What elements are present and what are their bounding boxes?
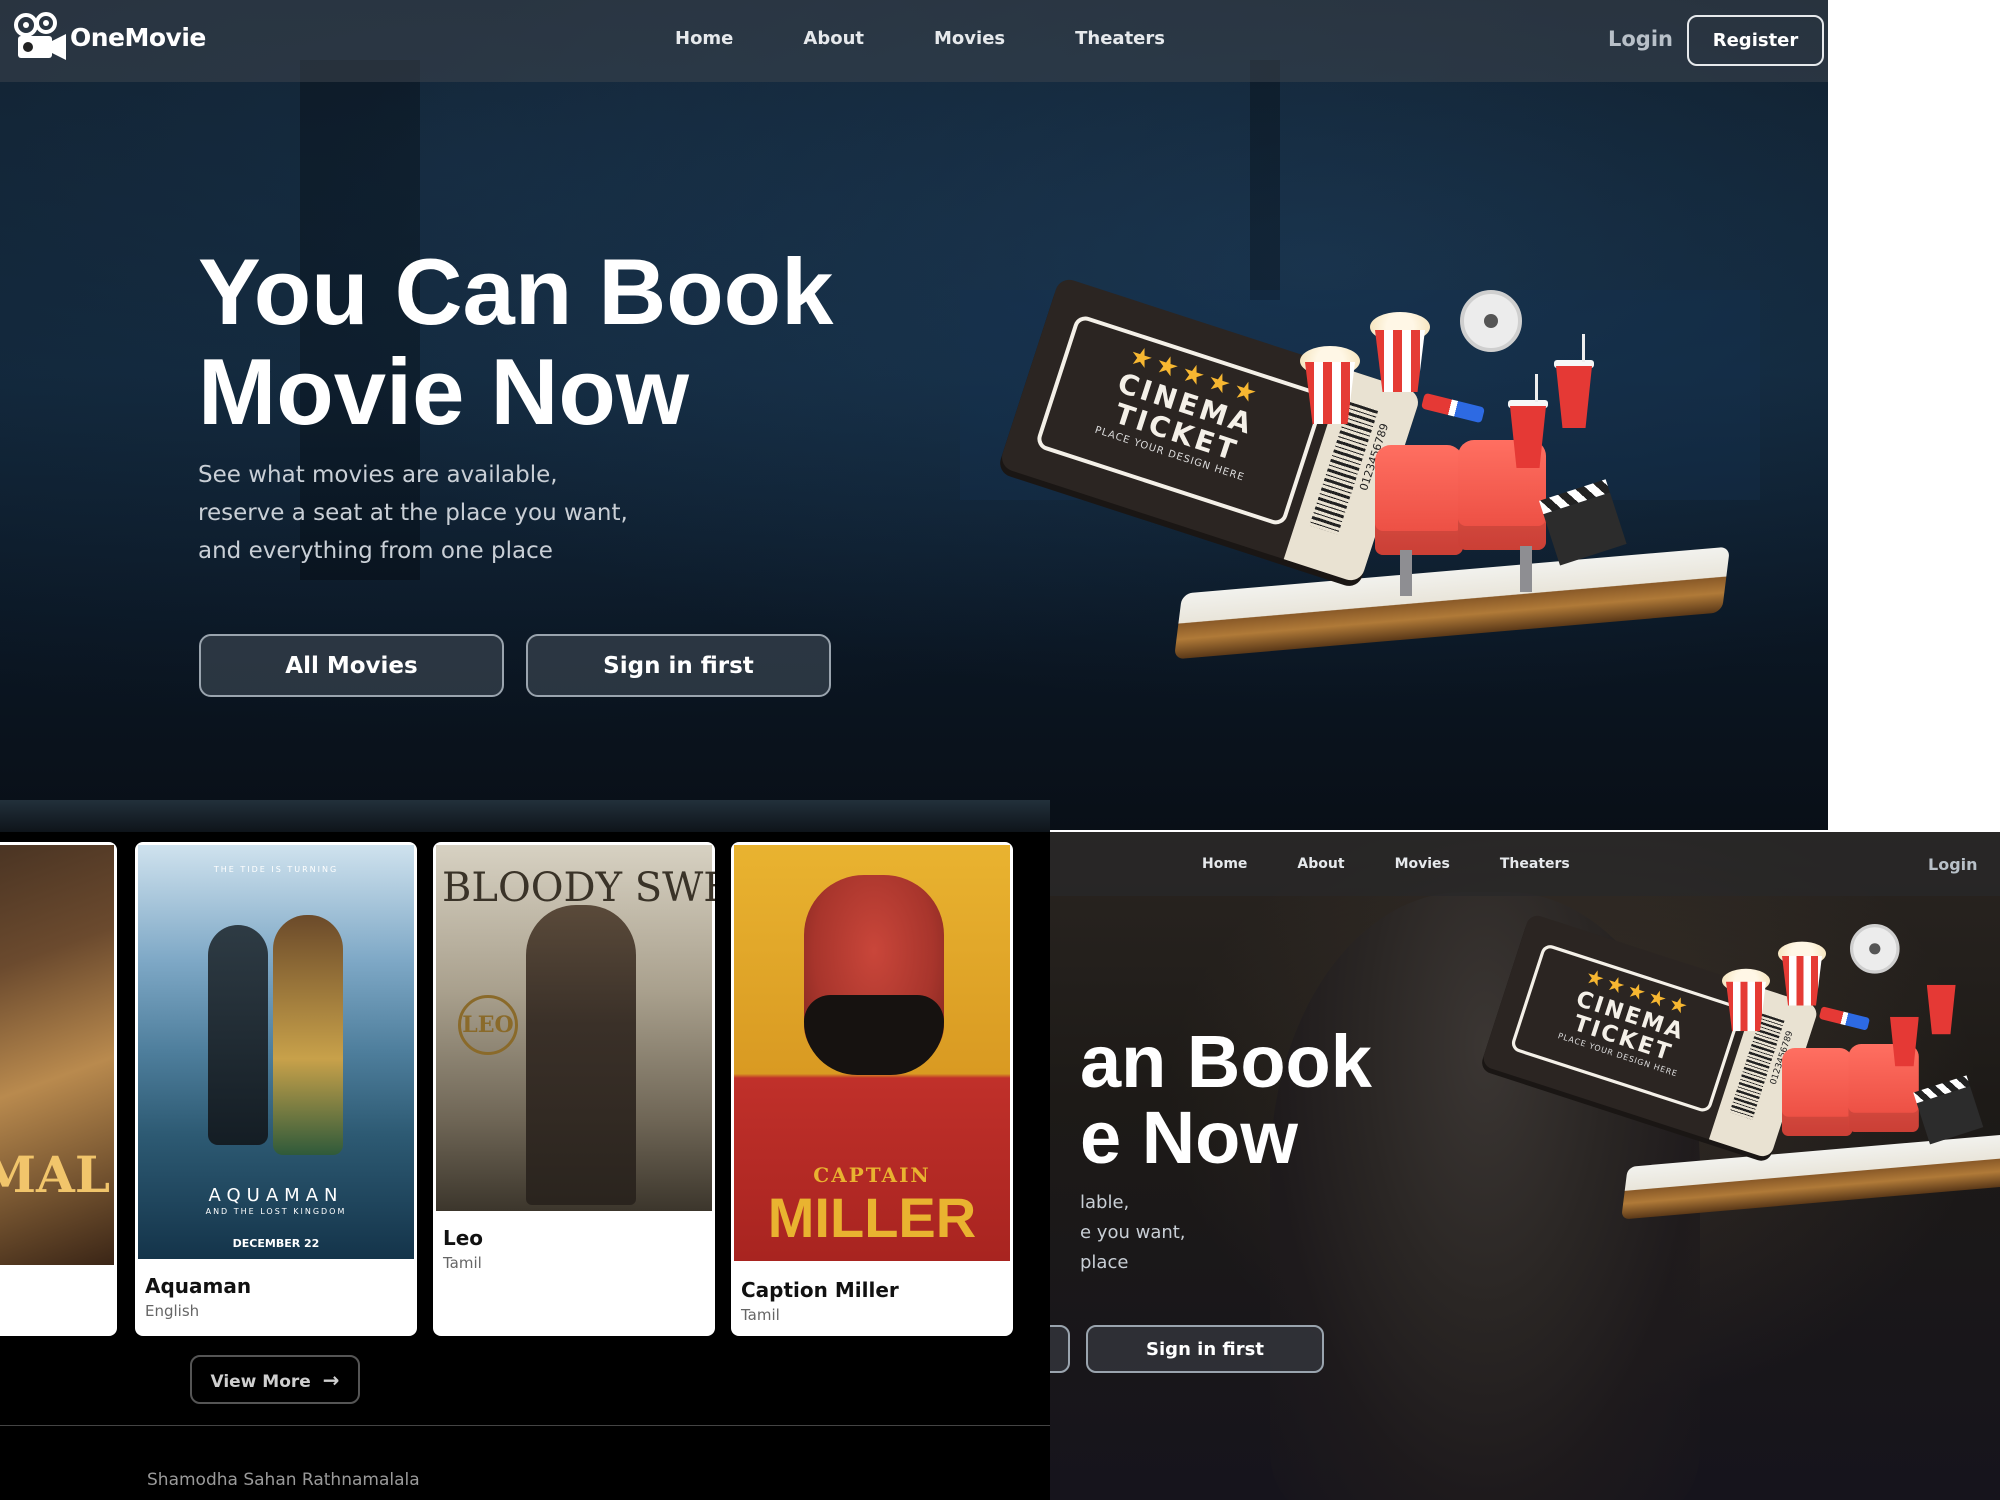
poster-mask (804, 995, 944, 1075)
poster-date: DECEMBER 22 (232, 1237, 320, 1250)
seat-leg (1520, 546, 1532, 592)
movie-card[interactable]: THE TIDE IS TURNING AQUAMAN AND THE LOST… (135, 842, 417, 1336)
poster-title: MAL (0, 1145, 110, 1204)
movie-card-partial[interactable]: MAL (0, 842, 117, 1336)
brand-logo[interactable]: OneMovie (12, 12, 206, 62)
sign-in-first-button[interactable]: Sign in first (1086, 1325, 1324, 1373)
hero-subtitle: See what movies are available, reserve a… (198, 456, 668, 570)
nav-links: Home About Movies Theaters (675, 28, 1235, 49)
register-button[interactable]: Register (1687, 15, 1824, 66)
nav-movies[interactable]: Movies (1395, 856, 1450, 872)
movie-language: English (145, 1302, 200, 1320)
poster-title: AQUAMAN (208, 1185, 344, 1206)
hero-section: OneMovie Home About Movies Theaters Logi… (0, 0, 1828, 830)
hero-subtitle-partial: lable, e you want, place (1050, 1188, 1186, 1278)
cinema-seat-icon (1375, 445, 1463, 555)
popcorn-icon (1726, 981, 1766, 1032)
view-more-button[interactable]: View More → (190, 1355, 360, 1404)
film-reel-icon (1460, 290, 1522, 352)
ticket-frame: ★★★★★ CINEMA TICKET PLACE YOUR DESIGN HE… (1509, 942, 1744, 1114)
ticket-frame: ★★★★★ CINEMA TICKET PLACE YOUR DESIGN HE… (1034, 313, 1327, 528)
movie-card[interactable]: BLOODY SWEET LEO Leo Tamil (433, 842, 715, 1336)
nav-movies[interactable]: Movies (934, 28, 1005, 49)
popcorn-icon (1305, 362, 1355, 424)
movies-section: MAL THE TIDE IS TURNING AQUAMAN AND THE … (0, 800, 1050, 1500)
nav-theaters[interactable]: Theaters (1075, 28, 1165, 49)
straw (1535, 374, 1538, 402)
movie-language: Tamil (443, 1254, 482, 1272)
movie-poster: BLOODY SWEET LEO (436, 845, 715, 1211)
phone-base-illustration (1621, 1129, 2000, 1220)
3d-glasses-icon (1818, 1006, 1871, 1031)
clapperboard-icon (1543, 492, 1627, 566)
cinema-seat-icon (1782, 1048, 1853, 1136)
popcorn-icon (1375, 330, 1425, 392)
hero-title-line: e Now (1080, 1096, 1298, 1179)
poster-tagline: THE TIDE IS TURNING (213, 865, 339, 874)
cinema-ticket: ★★★★★ CINEMA TICKET PLACE YOUR DESIGN HE… (1480, 912, 1820, 1160)
movie-poster: THE TIDE IS TURNING AQUAMAN AND THE LOST… (138, 845, 414, 1259)
poster-title: MILLER (767, 1186, 977, 1249)
login-link[interactable]: Login (1608, 27, 1673, 51)
clapperboard-icon (1916, 1086, 1984, 1145)
hero-title-line: an Book (1080, 1020, 1372, 1103)
poster-figure (526, 905, 636, 1205)
poster-figure (208, 925, 268, 1145)
seat-leg (1400, 550, 1412, 596)
hero-subtitle-line: e you want, (1080, 1222, 1186, 1243)
hero-subtitle-line: and everything from one place (198, 538, 553, 564)
arrow-right-icon: → (322, 1367, 340, 1392)
cinema-ticket-illustration: ★★★★★ CINEMA TICKET PLACE YOUR DESIGN HE… (1450, 892, 2000, 1236)
movie-title: Caption Miller (741, 1278, 899, 1302)
hero-subtitle-line: lable, (1080, 1192, 1130, 1213)
all-movies-button-partial[interactable] (1050, 1325, 1070, 1373)
drink-cup-icon (1926, 984, 1956, 1035)
top-navbar-alt: Home About Movies Theaters Login (1050, 832, 2000, 896)
phone-base-illustration (1173, 546, 1731, 660)
hero-subtitle-line: See what movies are available, (198, 462, 558, 488)
all-movies-button[interactable]: All Movies (199, 634, 504, 697)
hero-title-line: You Can Book (198, 239, 834, 344)
hero-subtitle-line: place (1080, 1252, 1129, 1273)
footer-divider (0, 1425, 1050, 1426)
nav-home[interactable]: Home (675, 28, 733, 49)
straw (1582, 334, 1585, 362)
footer-author: Shamodha Sahan Rathnamalala (147, 1470, 420, 1490)
hero-subtitle-line: reserve a seat at the place you want, (198, 500, 628, 526)
nav-links-alt: Home About Movies Theaters (1202, 856, 1620, 872)
nav-theaters[interactable]: Theaters (1500, 856, 1570, 872)
login-link[interactable]: Login (1928, 855, 1978, 874)
movie-title: Aquaman (145, 1274, 252, 1298)
hero-title-line: Movie Now (198, 339, 689, 444)
film-reel-icon (1850, 924, 1900, 974)
nav-about[interactable]: About (1297, 856, 1344, 872)
poster-subtitle: AND THE LOST KINGDOM (205, 1207, 347, 1216)
poster-figure (273, 915, 343, 1155)
movie-poster: MAL (0, 845, 114, 1265)
cinema-ticket-illustration: ★★★★★ CINEMA TICKET PLACE YOUR DESIGN HE… (960, 250, 1731, 680)
poster-logo: LEO (458, 995, 518, 1055)
popcorn-icon (1782, 956, 1822, 1006)
view-more-label: View More (210, 1371, 311, 1392)
poster-subtitle: CAPTAIN (813, 1163, 931, 1187)
cinema-ticket: ★★★★★ CINEMA TICKET PLACE YOUR DESIGN HE… (998, 276, 1422, 584)
film-camera-icon (12, 12, 68, 62)
movie-language: Tamil (741, 1306, 780, 1324)
top-navbar: OneMovie Home About Movies Theaters Logi… (0, 0, 1828, 82)
hero-title-partial: an Book e Now (1050, 1024, 1372, 1176)
nav-about[interactable]: About (803, 28, 864, 49)
hero-title: You Can Book Movie Now (198, 242, 898, 442)
nav-home[interactable]: Home (1202, 856, 1247, 872)
movie-card[interactable]: CAPTAIN MILLER Caption Miller Tamil (731, 842, 1013, 1336)
hero-section-alt: Home About Movies Theaters Login an Book… (1050, 832, 2000, 1500)
brand-name: OneMovie (70, 22, 206, 52)
sign-in-first-button[interactable]: Sign in first (526, 634, 831, 697)
movie-poster: CAPTAIN MILLER (734, 845, 1010, 1261)
section-strip (0, 800, 1050, 832)
movie-title: Leo (443, 1226, 484, 1250)
drink-cup-icon (1556, 366, 1592, 428)
3d-glasses-icon (1420, 392, 1486, 424)
